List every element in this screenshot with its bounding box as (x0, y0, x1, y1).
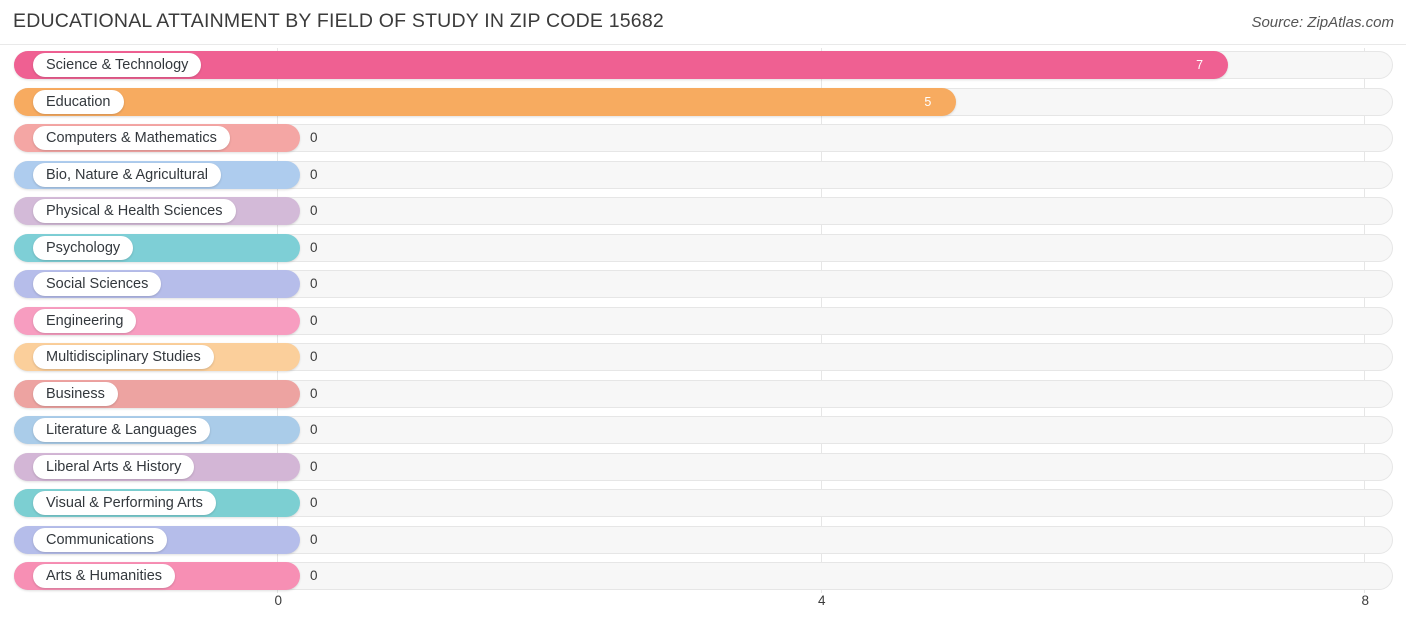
bar-value-label: 0 (310, 239, 318, 255)
category-label: Visual & Performing Arts (33, 491, 216, 515)
bar-value-label: 0 (310, 166, 318, 182)
category-label: Education (33, 89, 124, 114)
chart-row[interactable]: Bio, Nature & Agricultural 0 (0, 158, 1406, 195)
bar-value-label: 5 (924, 94, 932, 109)
category-label: Social Sciences (33, 272, 162, 296)
bar-value-label: 0 (310, 568, 318, 583)
x-axis: 0 4 8 (0, 593, 1406, 631)
chart-row[interactable]: Computers & Mathematics 0 (0, 121, 1406, 158)
x-axis-tick-label: 4 (817, 593, 826, 608)
page-title: EDUCATIONAL ATTAINMENT BY FIELD OF STUDY… (13, 10, 664, 32)
bar-value-label: 0 (310, 203, 318, 218)
chart-row[interactable]: Social Sciences 0 (0, 267, 1406, 304)
chart-row[interactable]: Psychology 0 (0, 231, 1406, 268)
category-label: Engineering (33, 308, 137, 333)
bar-value-label: 0 (310, 276, 318, 291)
bar-value-label: 0 (310, 312, 318, 328)
chart-row[interactable]: Physical & Health Sciences 0 (0, 194, 1406, 231)
x-axis-tick-label: 0 (274, 593, 282, 608)
category-label: Psychology (33, 235, 134, 260)
category-label: Communications (33, 527, 167, 552)
bar-value-label: 0 (310, 531, 318, 547)
chart-row[interactable]: Communications 0 (0, 523, 1406, 560)
bar-chart-plot: Science & Technology 7 Education 5 Computers… (0, 48, 1406, 593)
category-label: Physical & Health Sciences (33, 199, 236, 223)
chart-row[interactable]: Visual & Performing Arts 0 (0, 486, 1406, 523)
bar-value-label: 0 (310, 385, 318, 401)
header-divider (0, 44, 1406, 45)
chart-header: EDUCATIONAL ATTAINMENT BY FIELD OF STUDY… (0, 0, 1406, 45)
category-label: Multidisciplinary Studies (33, 345, 214, 369)
chart-page: EDUCATIONAL ATTAINMENT BY FIELD OF STUDY… (0, 0, 1406, 631)
chart-row[interactable]: Liberal Arts & History 0 (0, 450, 1406, 487)
x-axis-tick-label: 8 (1361, 593, 1369, 608)
source-attribution: Source: ZipAtlas.com (1251, 14, 1394, 31)
category-label: Bio, Nature & Agricultural (33, 162, 221, 187)
bar-value-label: 7 (1196, 58, 1204, 72)
category-label: Literature & Languages (33, 418, 210, 442)
bar-value-label: 0 (310, 458, 318, 474)
bar-value-label: 0 (310, 495, 318, 510)
chart-row[interactable]: Engineering 0 (0, 304, 1406, 341)
bar[interactable] (14, 87, 957, 116)
chart-row[interactable]: Multidisciplinary Studies 0 (0, 340, 1406, 377)
category-label: Business (33, 381, 118, 406)
category-label: Computers & Mathematics (33, 126, 230, 150)
category-label: Arts & Humanities (33, 564, 176, 588)
category-label: Liberal Arts & History (33, 454, 195, 479)
category-label: Science & Technology (33, 53, 202, 77)
bar-value-label: 0 (310, 130, 318, 145)
chart-row[interactable]: Education 5 (0, 85, 1406, 122)
chart-row[interactable]: Literature & Languages 0 (0, 413, 1406, 450)
bar-value-label: 0 (310, 422, 318, 437)
chart-row[interactable]: Arts & Humanities 0 (0, 559, 1406, 596)
bar-value-label: 0 (310, 349, 318, 364)
chart-row[interactable]: Business 0 (0, 377, 1406, 414)
chart-row[interactable]: Science & Technology 7 (0, 48, 1406, 85)
